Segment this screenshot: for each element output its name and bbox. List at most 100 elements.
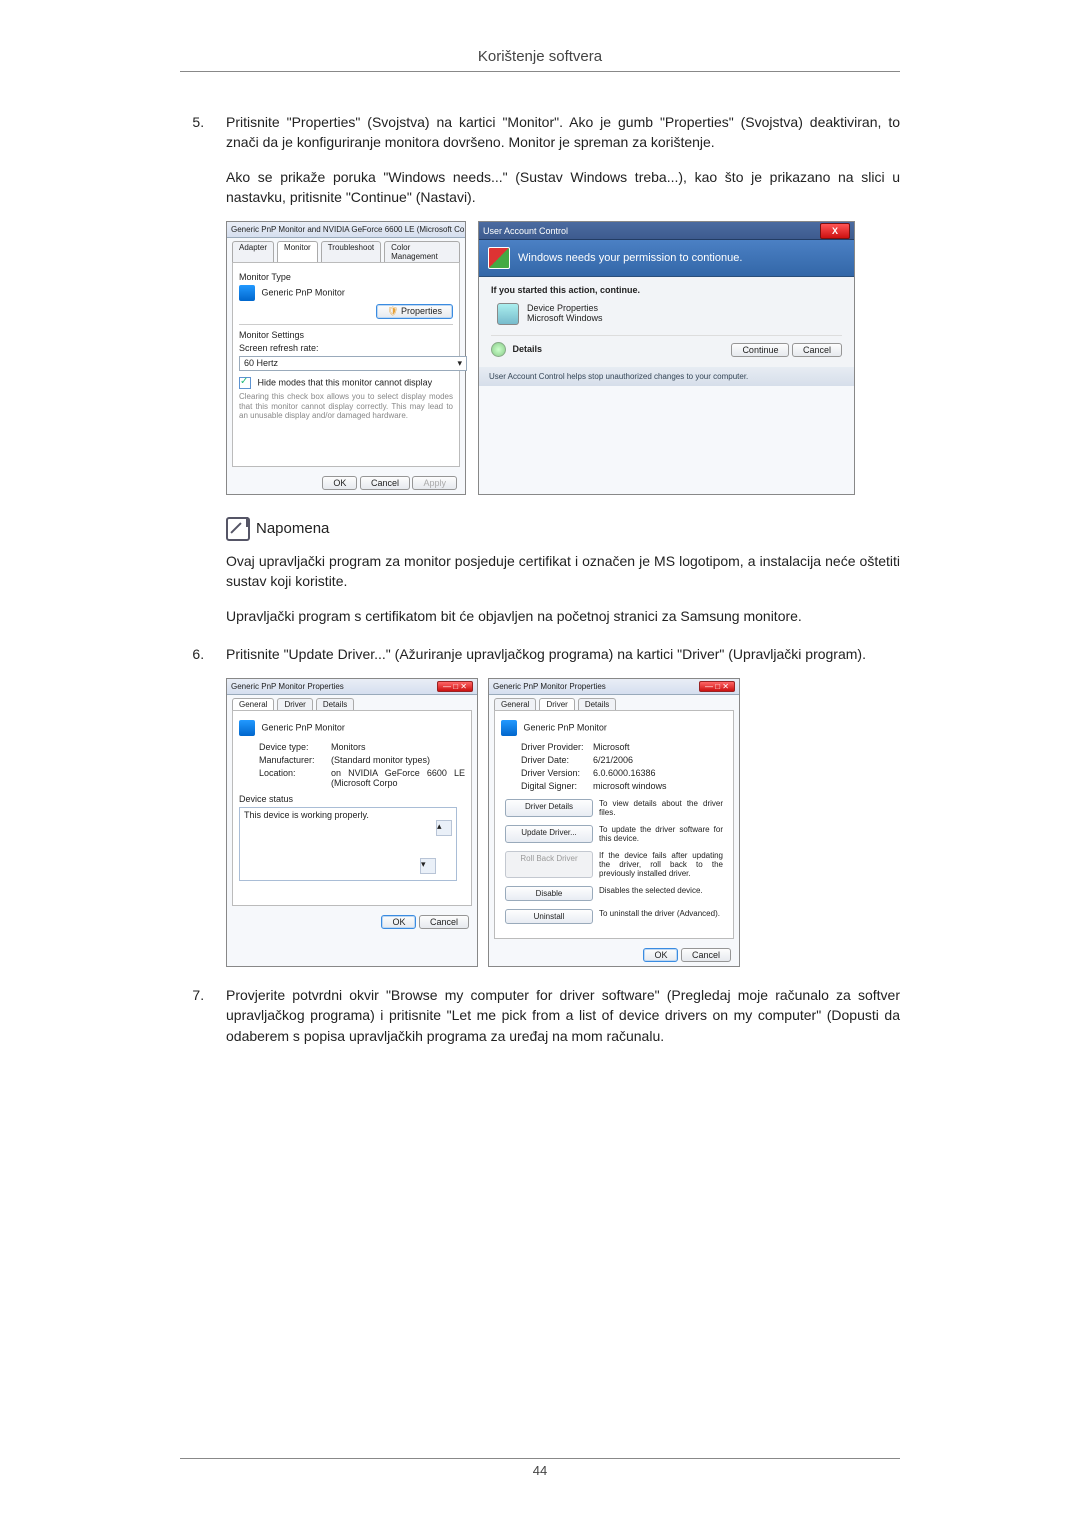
continue-button[interactable]: Continue: [731, 343, 789, 357]
program-icon: [497, 303, 519, 325]
uac-message: Windows needs your permission to contion…: [518, 252, 742, 264]
tab-driver[interactable]: Driver: [539, 698, 574, 710]
uac-item-name: Device Properties: [527, 303, 603, 313]
tab-troubleshoot[interactable]: Troubleshoot: [321, 241, 381, 262]
tab-color-management[interactable]: Color Management: [384, 241, 460, 262]
steps-list: Pritisnite "Properties" (Svojstva) na ka…: [180, 112, 900, 1064]
provider-value: Microsoft: [593, 742, 727, 752]
device-status-value: This device is working properly.: [244, 810, 452, 820]
hide-modes-description: Clearing this check box allows you to se…: [239, 392, 453, 421]
version-label: Driver Version:: [521, 768, 593, 778]
tab-details[interactable]: Details: [316, 698, 354, 710]
tab-driver[interactable]: Driver: [277, 698, 312, 710]
rollback-driver-button[interactable]: Roll Back Driver: [505, 851, 593, 878]
tab-general[interactable]: General: [494, 698, 536, 710]
step-5-text-2: Ako se prikaže poruka "Windows needs..."…: [226, 167, 900, 208]
note-text-1: Ovaj upravljački program za monitor posj…: [226, 551, 900, 592]
signer-value: microsoft windows: [593, 781, 727, 791]
refresh-rate-select[interactable]: 60 Hertz ▾: [239, 356, 467, 371]
tab-monitor[interactable]: Monitor: [277, 241, 318, 262]
device-status-label: Device status: [239, 794, 465, 804]
scroll-up-icon[interactable]: ▴: [436, 820, 452, 836]
dialog-title: Generic PnP Monitor Properties: [493, 682, 606, 691]
dialog-driver-general: Generic PnP Monitor Properties — □ ✕ Gen…: [226, 678, 478, 967]
shield-icon: [488, 247, 510, 269]
dialog-title: Generic PnP Monitor Properties: [231, 682, 344, 691]
monitor-type-label: Monitor Type: [239, 272, 453, 282]
signer-label: Digital Signer:: [521, 781, 593, 791]
device-head: Generic PnP Monitor: [524, 723, 607, 733]
update-driver-button[interactable]: Update Driver...: [505, 825, 593, 843]
step-5-text-1: Pritisnite "Properties" (Svojstva) na ka…: [226, 112, 900, 153]
chevron-down-icon: ▾: [457, 358, 462, 369]
device-status-box: This device is working properly. ▴ ▾: [239, 807, 457, 881]
dialog-driver-driver: Generic PnP Monitor Properties — □ ✕ Gen…: [488, 678, 740, 967]
close-icon[interactable]: — □ ✕: [437, 681, 473, 692]
tab-general[interactable]: General: [232, 698, 274, 710]
dialog-uac: User Account Control X Windows needs you…: [478, 221, 855, 495]
cancel-button[interactable]: Cancel: [360, 476, 410, 490]
manufacturer-label: Manufacturer:: [259, 755, 331, 765]
uninstall-desc: To uninstall the driver (Advanced).: [599, 909, 723, 924]
apply-button[interactable]: Apply: [412, 476, 457, 490]
dialog-title: Generic PnP Monitor and NVIDIA GeForce 6…: [231, 225, 465, 234]
note-icon: [226, 517, 250, 541]
titlebar: Generic PnP Monitor Properties — □ ✕: [489, 679, 739, 695]
ok-button[interactable]: OK: [381, 915, 416, 929]
page-number: 44: [180, 1459, 900, 1478]
date-value: 6/21/2006: [593, 755, 727, 765]
note-title: Napomena: [256, 520, 329, 537]
dialog-buttons: OK Cancel Apply: [227, 472, 465, 494]
driver-details-button[interactable]: Driver Details: [505, 799, 593, 817]
ok-button[interactable]: OK: [322, 476, 357, 490]
step-6: Pritisnite "Update Driver..." (Ažuriranj…: [208, 644, 900, 967]
driver-details-desc: To view details about the driver files.: [599, 799, 723, 817]
note-heading: Napomena: [226, 517, 900, 541]
titlebar: Generic PnP Monitor Properties — □ ✕: [227, 679, 477, 695]
uninstall-button[interactable]: Uninstall: [505, 909, 593, 924]
monitor-settings-label: Monitor Settings: [239, 330, 453, 340]
close-icon[interactable]: X: [820, 223, 850, 239]
note-text-2: Upravljački program s certifikatom bit ć…: [226, 606, 900, 626]
disable-button[interactable]: Disable: [505, 886, 593, 901]
scroll-down-icon[interactable]: ▾: [420, 858, 436, 874]
tabs: Adapter Monitor Troubleshoot Color Manag…: [227, 238, 465, 262]
step-7: Provjerite potvrdni okvir "Browse my com…: [208, 985, 900, 1046]
devtype-value: Monitors: [331, 742, 465, 752]
date-label: Driver Date:: [521, 755, 593, 765]
cancel-button[interactable]: Cancel: [419, 915, 469, 929]
screen-refresh-label: Screen refresh rate:: [239, 343, 453, 353]
step-7-text: Provjerite potvrdni okvir "Browse my com…: [226, 985, 900, 1046]
properties-button-label: Properties: [401, 306, 442, 316]
ok-button[interactable]: OK: [643, 948, 678, 962]
version-value: 6.0.6000.16386: [593, 768, 727, 778]
tab-panel: Monitor Type Generic PnP Monitor 🛡 Prope…: [232, 262, 460, 467]
monitor-icon: [239, 285, 255, 301]
step-6-text: Pritisnite "Update Driver..." (Ažuriranj…: [226, 644, 900, 664]
monitor-icon: [239, 720, 255, 736]
tab-details[interactable]: Details: [578, 698, 616, 710]
rollback-driver-desc: If the device fails after updating the d…: [599, 851, 723, 878]
cancel-button[interactable]: Cancel: [681, 948, 731, 962]
uac-title-text: User Account Control: [483, 226, 568, 236]
dialog-monitor-properties: Generic PnP Monitor and NVIDIA GeForce 6…: [226, 221, 466, 495]
location-label: Location:: [259, 768, 331, 788]
titlebar: Generic PnP Monitor and NVIDIA GeForce 6…: [227, 222, 465, 238]
uac-item-publisher: Microsoft Windows: [527, 313, 603, 323]
step-6-screenshots: Generic PnP Monitor Properties — □ ✕ Gen…: [226, 678, 900, 967]
device-head: Generic PnP Monitor: [262, 723, 345, 733]
cancel-button[interactable]: Cancel: [792, 343, 842, 357]
hide-modes-label: Hide modes that this monitor cannot disp…: [258, 378, 433, 388]
step-5-screenshots: Generic PnP Monitor and NVIDIA GeForce 6…: [226, 221, 900, 495]
uac-footer-text: User Account Control helps stop unauthor…: [479, 367, 854, 386]
uac-message-band: Windows needs your permission to contion…: [479, 240, 854, 277]
chevron-down-icon[interactable]: [491, 342, 506, 357]
properties-button[interactable]: 🛡 Properties: [376, 304, 453, 319]
tab-adapter[interactable]: Adapter: [232, 241, 274, 262]
devtype-label: Device type:: [259, 742, 331, 752]
details-toggle[interactable]: Details: [513, 344, 543, 354]
refresh-rate-value: 60 Hertz: [244, 358, 278, 369]
close-icon[interactable]: — □ ✕: [699, 681, 735, 692]
hide-modes-checkbox[interactable]: [239, 377, 251, 389]
manufacturer-value: (Standard monitor types): [331, 755, 465, 765]
